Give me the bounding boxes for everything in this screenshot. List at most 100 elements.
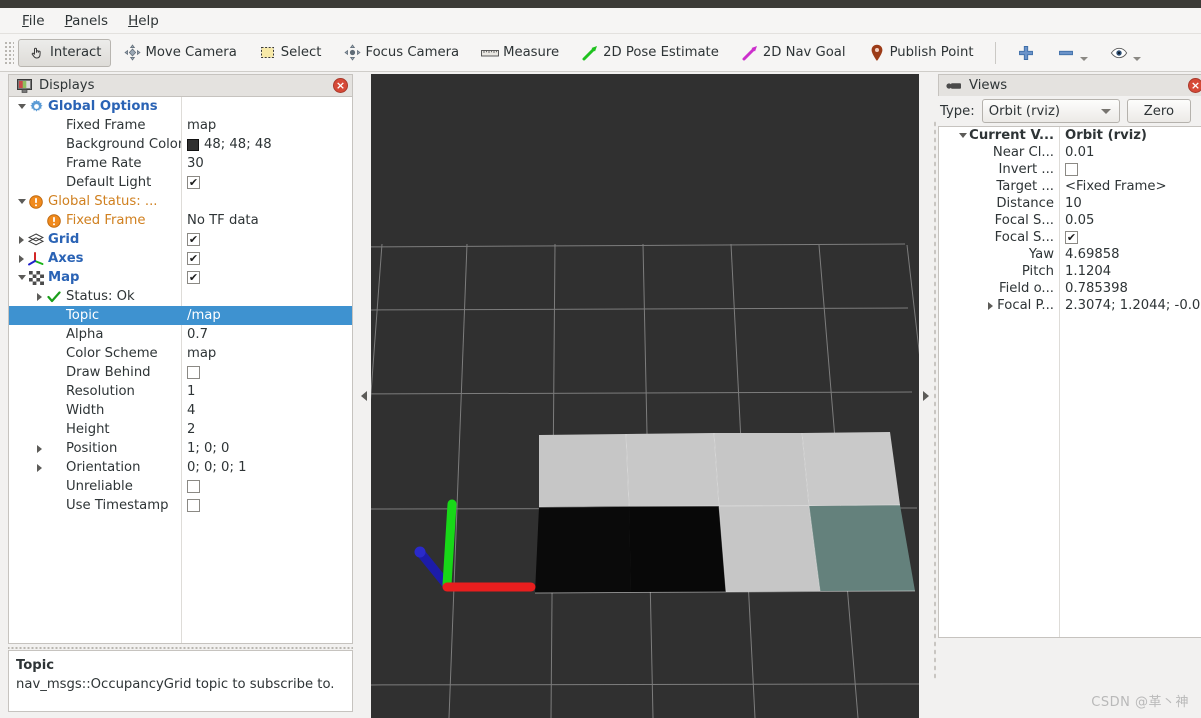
display-property-row[interactable]: Color Scheme map — [9, 344, 352, 363]
view-property-row[interactable]: Target ... <Fixed Frame> — [939, 178, 1201, 195]
property-value[interactable]: ✔ — [1059, 231, 1201, 244]
view-property-row[interactable]: Focal P... 2.3074; 1.2044; -0.0... — [939, 297, 1201, 314]
close-icon[interactable] — [333, 78, 348, 93]
tool-interact[interactable]: Interact — [18, 38, 112, 67]
checkbox-checked[interactable]: ✔ — [187, 271, 200, 284]
checkbox-unchecked[interactable] — [1065, 163, 1078, 176]
expander-collapse-icon[interactable] — [15, 104, 28, 109]
display-property-row[interactable]: Status: Ok — [9, 287, 352, 306]
property-value[interactable]: 2 — [181, 422, 352, 437]
display-property-row[interactable]: Fixed Frame No TF data — [9, 211, 352, 230]
view-property-row[interactable]: Invert ... — [939, 161, 1201, 178]
chevron-down-icon[interactable] — [1132, 56, 1141, 61]
property-value[interactable] — [181, 366, 352, 379]
display-property-row[interactable]: Global Options — [9, 97, 352, 116]
display-property-row[interactable]: Grid ✔ — [9, 230, 352, 249]
tool-2d-pose-estimate[interactable]: 2D Pose Estimate — [571, 39, 729, 67]
tool-2d-nav-goal[interactable]: 2D Nav Goal — [731, 39, 856, 67]
view-property-row[interactable]: Distance 10 — [939, 195, 1201, 212]
display-property-row[interactable]: Height 2 — [9, 420, 352, 439]
display-property-row[interactable]: Frame Rate 30 — [9, 154, 352, 173]
collapse-left-icon[interactable] — [361, 391, 367, 401]
display-property-row[interactable]: Axes ✔ — [9, 249, 352, 268]
display-property-row[interactable]: Alpha 0.7 — [9, 325, 352, 344]
display-property-row[interactable]: Background Color 48; 48; 48 — [9, 135, 352, 154]
display-property-row[interactable]: Topic/map — [9, 306, 352, 325]
property-value[interactable]: Orbit (rviz) — [1059, 128, 1201, 143]
view-property-row[interactable]: Pitch 1.1204 — [939, 263, 1201, 280]
display-property-row[interactable]: Unreliable — [9, 477, 352, 496]
right-splitter-handle[interactable] — [919, 74, 933, 718]
visibility-button[interactable] — [1105, 39, 1146, 67]
view-property-row[interactable]: Current V... Orbit (rviz) — [939, 127, 1201, 144]
property-value[interactable] — [1059, 163, 1201, 176]
property-value[interactable]: 0.7 — [181, 327, 352, 342]
property-value[interactable]: map — [181, 346, 352, 361]
displays-tree[interactable]: Global Options Fixed Frame map Background C… — [8, 96, 353, 644]
collapse-right-icon[interactable] — [923, 391, 929, 401]
property-value[interactable]: 4.69858 — [1059, 247, 1201, 262]
property-value[interactable]: 4 — [181, 403, 352, 418]
tool-focus-camera[interactable]: Focus Camera — [333, 39, 469, 67]
display-property-row[interactable]: Orientation 0; 0; 0; 1 — [9, 458, 352, 477]
expander-expand-icon[interactable] — [33, 444, 46, 453]
property-value[interactable]: <Fixed Frame> — [1059, 179, 1201, 194]
color-swatch[interactable] — [187, 138, 199, 151]
property-value[interactable] — [181, 499, 352, 512]
property-value[interactable]: 48; 48; 48 — [181, 137, 352, 152]
property-value[interactable]: /map — [181, 308, 352, 323]
expander-collapse-icon[interactable] — [15, 199, 28, 204]
property-value[interactable]: ✔ — [181, 176, 352, 189]
view-property-row[interactable]: Yaw 4.69858 — [939, 246, 1201, 263]
checkbox-unchecked[interactable] — [187, 480, 200, 493]
display-property-row[interactable]: Fixed Frame map — [9, 116, 352, 135]
property-value[interactable] — [181, 480, 352, 493]
expander-expand-icon[interactable] — [33, 292, 46, 301]
property-value[interactable]: ✔ — [181, 271, 352, 284]
view-property-row[interactable]: Focal S... ✔ — [939, 229, 1201, 246]
property-value[interactable]: 1 — [181, 384, 352, 399]
tool-publish-point[interactable]: Publish Point — [858, 39, 984, 67]
checkbox-checked[interactable]: ✔ — [187, 233, 200, 246]
add-tool-button[interactable] — [1012, 39, 1040, 67]
menu-file[interactable]: File — [12, 11, 55, 31]
checkbox-checked[interactable]: ✔ — [1065, 231, 1078, 244]
property-value[interactable]: 0; 0; 0; 1 — [181, 460, 352, 475]
menu-help[interactable]: Help — [118, 11, 169, 31]
3d-render-viewport[interactable] — [371, 74, 919, 718]
display-property-row[interactable]: Map ✔ — [9, 268, 352, 287]
expander-expand-icon[interactable] — [984, 301, 997, 310]
view-property-row[interactable]: Field o... 0.785398 — [939, 280, 1201, 297]
views-tree[interactable]: Current V... Orbit (rviz) Near Cl... 0.01 In… — [938, 126, 1201, 638]
menu-panels[interactable]: Panels — [55, 11, 118, 31]
display-property-row[interactable]: Position 1; 0; 0 — [9, 439, 352, 458]
expander-collapse-icon[interactable] — [956, 133, 969, 138]
expander-expand-icon[interactable] — [15, 235, 28, 244]
property-value[interactable]: 2.3074; 1.2044; -0.0... — [1059, 298, 1201, 313]
property-value[interactable]: 0.05 — [1059, 213, 1201, 228]
property-value[interactable]: ✔ — [181, 252, 352, 265]
view-property-row[interactable]: Focal S... 0.05 — [939, 212, 1201, 229]
property-value[interactable]: No TF data — [181, 213, 352, 228]
expander-collapse-icon[interactable] — [15, 275, 28, 280]
tool-move-camera[interactable]: Move Camera — [113, 39, 246, 67]
tool-select[interactable]: Select — [249, 39, 332, 67]
display-property-row[interactable]: Default Light ✔ — [9, 173, 352, 192]
toolbar-grip[interactable] — [4, 40, 14, 65]
chevron-down-icon[interactable] — [1079, 56, 1088, 61]
property-value[interactable]: 1; 0; 0 — [181, 441, 352, 456]
property-value[interactable]: 0.785398 — [1059, 281, 1201, 296]
close-icon[interactable] — [1188, 78, 1201, 93]
display-property-row[interactable]: Global Status: ... — [9, 192, 352, 211]
property-value[interactable]: 10 — [1059, 196, 1201, 211]
checkbox-checked[interactable]: ✔ — [187, 176, 200, 189]
checkbox-checked[interactable]: ✔ — [187, 252, 200, 265]
display-property-row[interactable]: Resolution 1 — [9, 382, 352, 401]
expander-expand-icon[interactable] — [15, 254, 28, 263]
checkbox-unchecked[interactable] — [187, 366, 200, 379]
property-value[interactable]: ✔ — [181, 233, 352, 246]
display-property-row[interactable]: Width 4 — [9, 401, 352, 420]
property-value[interactable]: 1.1204 — [1059, 264, 1201, 279]
remove-tool-button[interactable] — [1052, 39, 1093, 67]
display-property-row[interactable]: Draw Behind — [9, 363, 352, 382]
